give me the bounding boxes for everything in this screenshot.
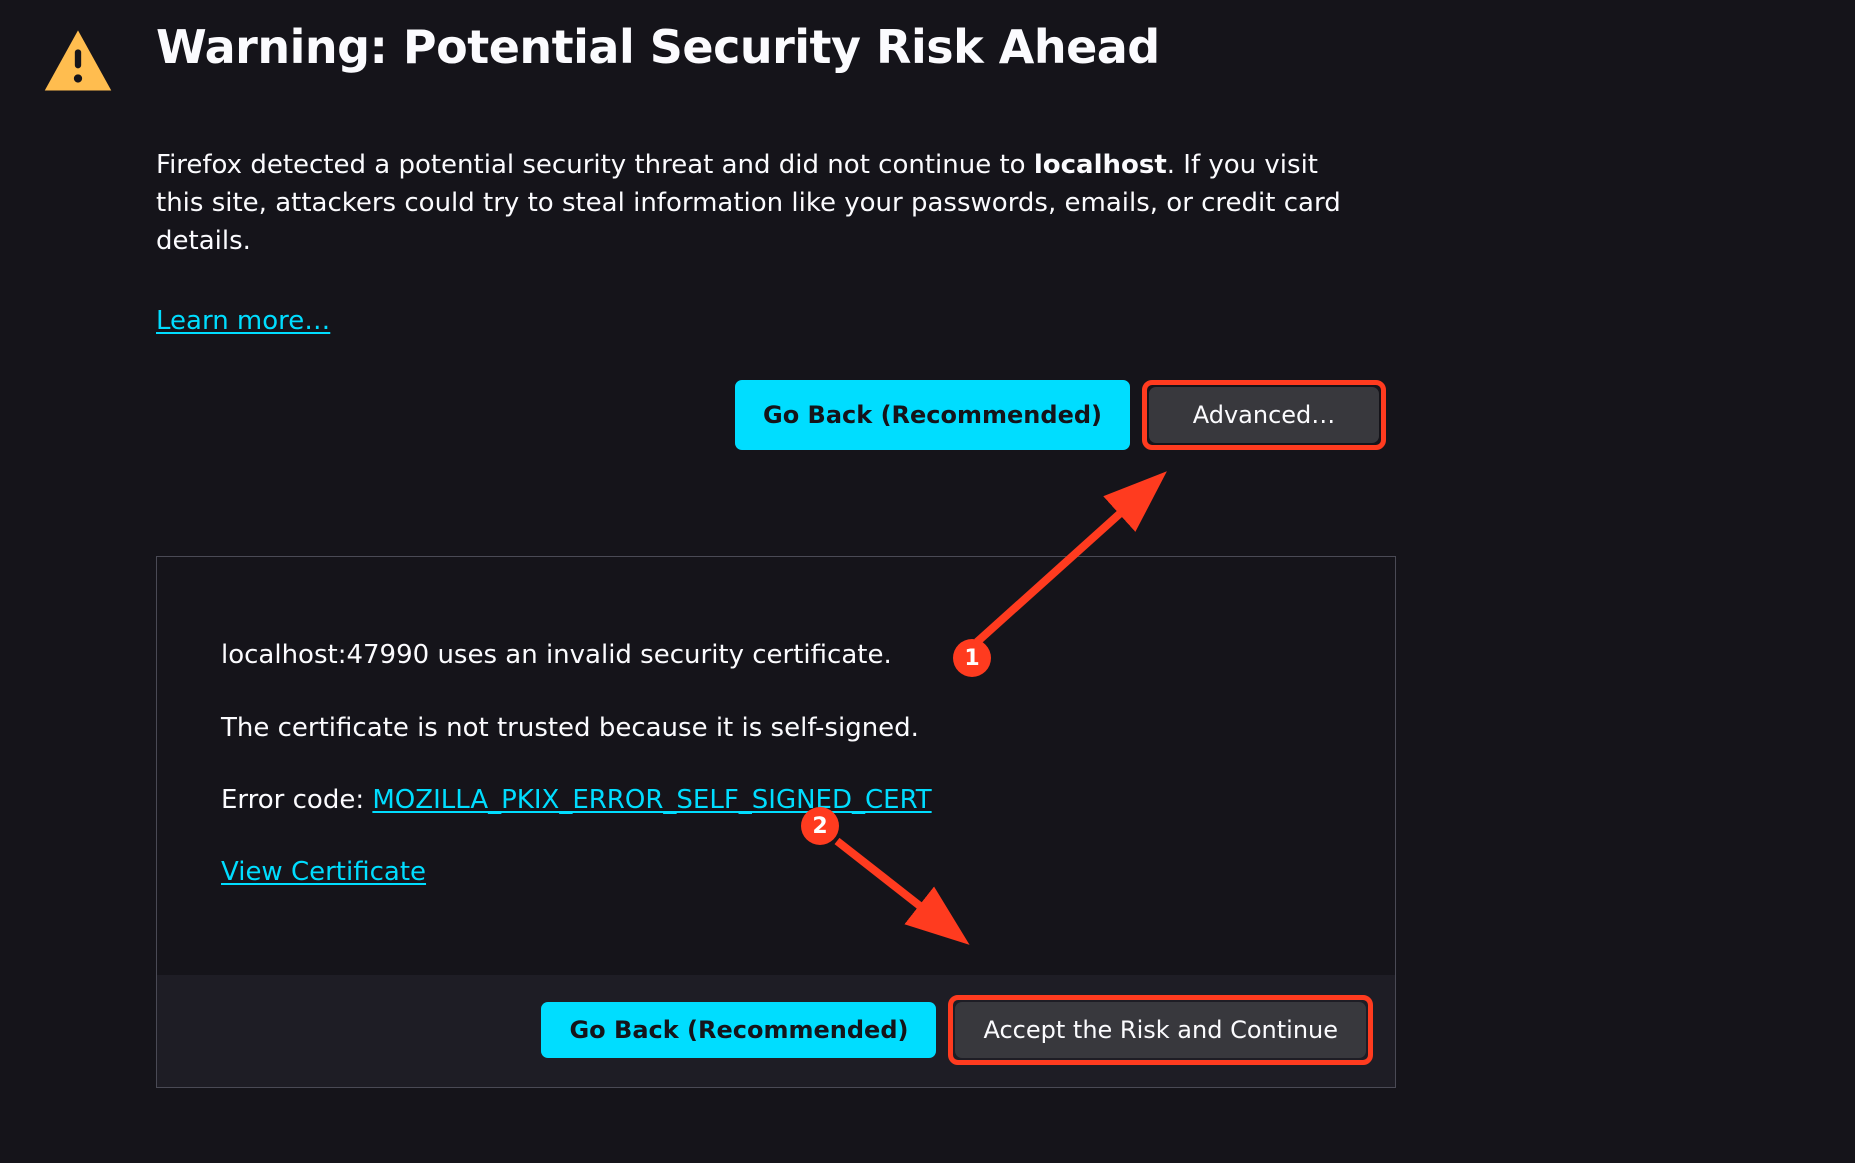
accept-risk-button[interactable]: Accept the Risk and Continue <box>955 1002 1366 1058</box>
annotation-highlight-advanced: Advanced… <box>1142 380 1386 450</box>
cert-message-2: The certificate is not trusted because i… <box>221 710 1331 746</box>
annotation-highlight-accept: Accept the Risk and Continue <box>948 995 1373 1065</box>
error-code-link[interactable]: MOZILLA_PKIX_ERROR_SELF_SIGNED_CERT <box>372 785 931 815</box>
page-title: Warning: Potential Security Risk Ahead <box>156 20 1396 75</box>
error-code-prefix: Error code: <box>221 785 372 815</box>
go-back-button-footer[interactable]: Go Back (Recommended) <box>541 1002 936 1058</box>
description-before: Firefox detected a potential security th… <box>156 150 1034 180</box>
annotation-arrow-1 <box>937 462 1197 652</box>
description-host: localhost <box>1034 150 1167 180</box>
go-back-button[interactable]: Go Back (Recommended) <box>735 380 1130 450</box>
view-certificate-link[interactable]: View Certificate <box>221 857 426 887</box>
description-text: Firefox detected a potential security th… <box>156 147 1366 260</box>
learn-more-link[interactable]: Learn more… <box>156 306 330 336</box>
warning-triangle-icon <box>40 24 116 100</box>
advanced-button[interactable]: Advanced… <box>1149 387 1379 443</box>
annotation-arrow-2 <box>807 827 987 957</box>
advanced-details-panel: localhost:47990 uses an invalid security… <box>156 556 1396 1088</box>
error-code-line: Error code: MOZILLA_PKIX_ERROR_SELF_SIGN… <box>221 782 1331 818</box>
